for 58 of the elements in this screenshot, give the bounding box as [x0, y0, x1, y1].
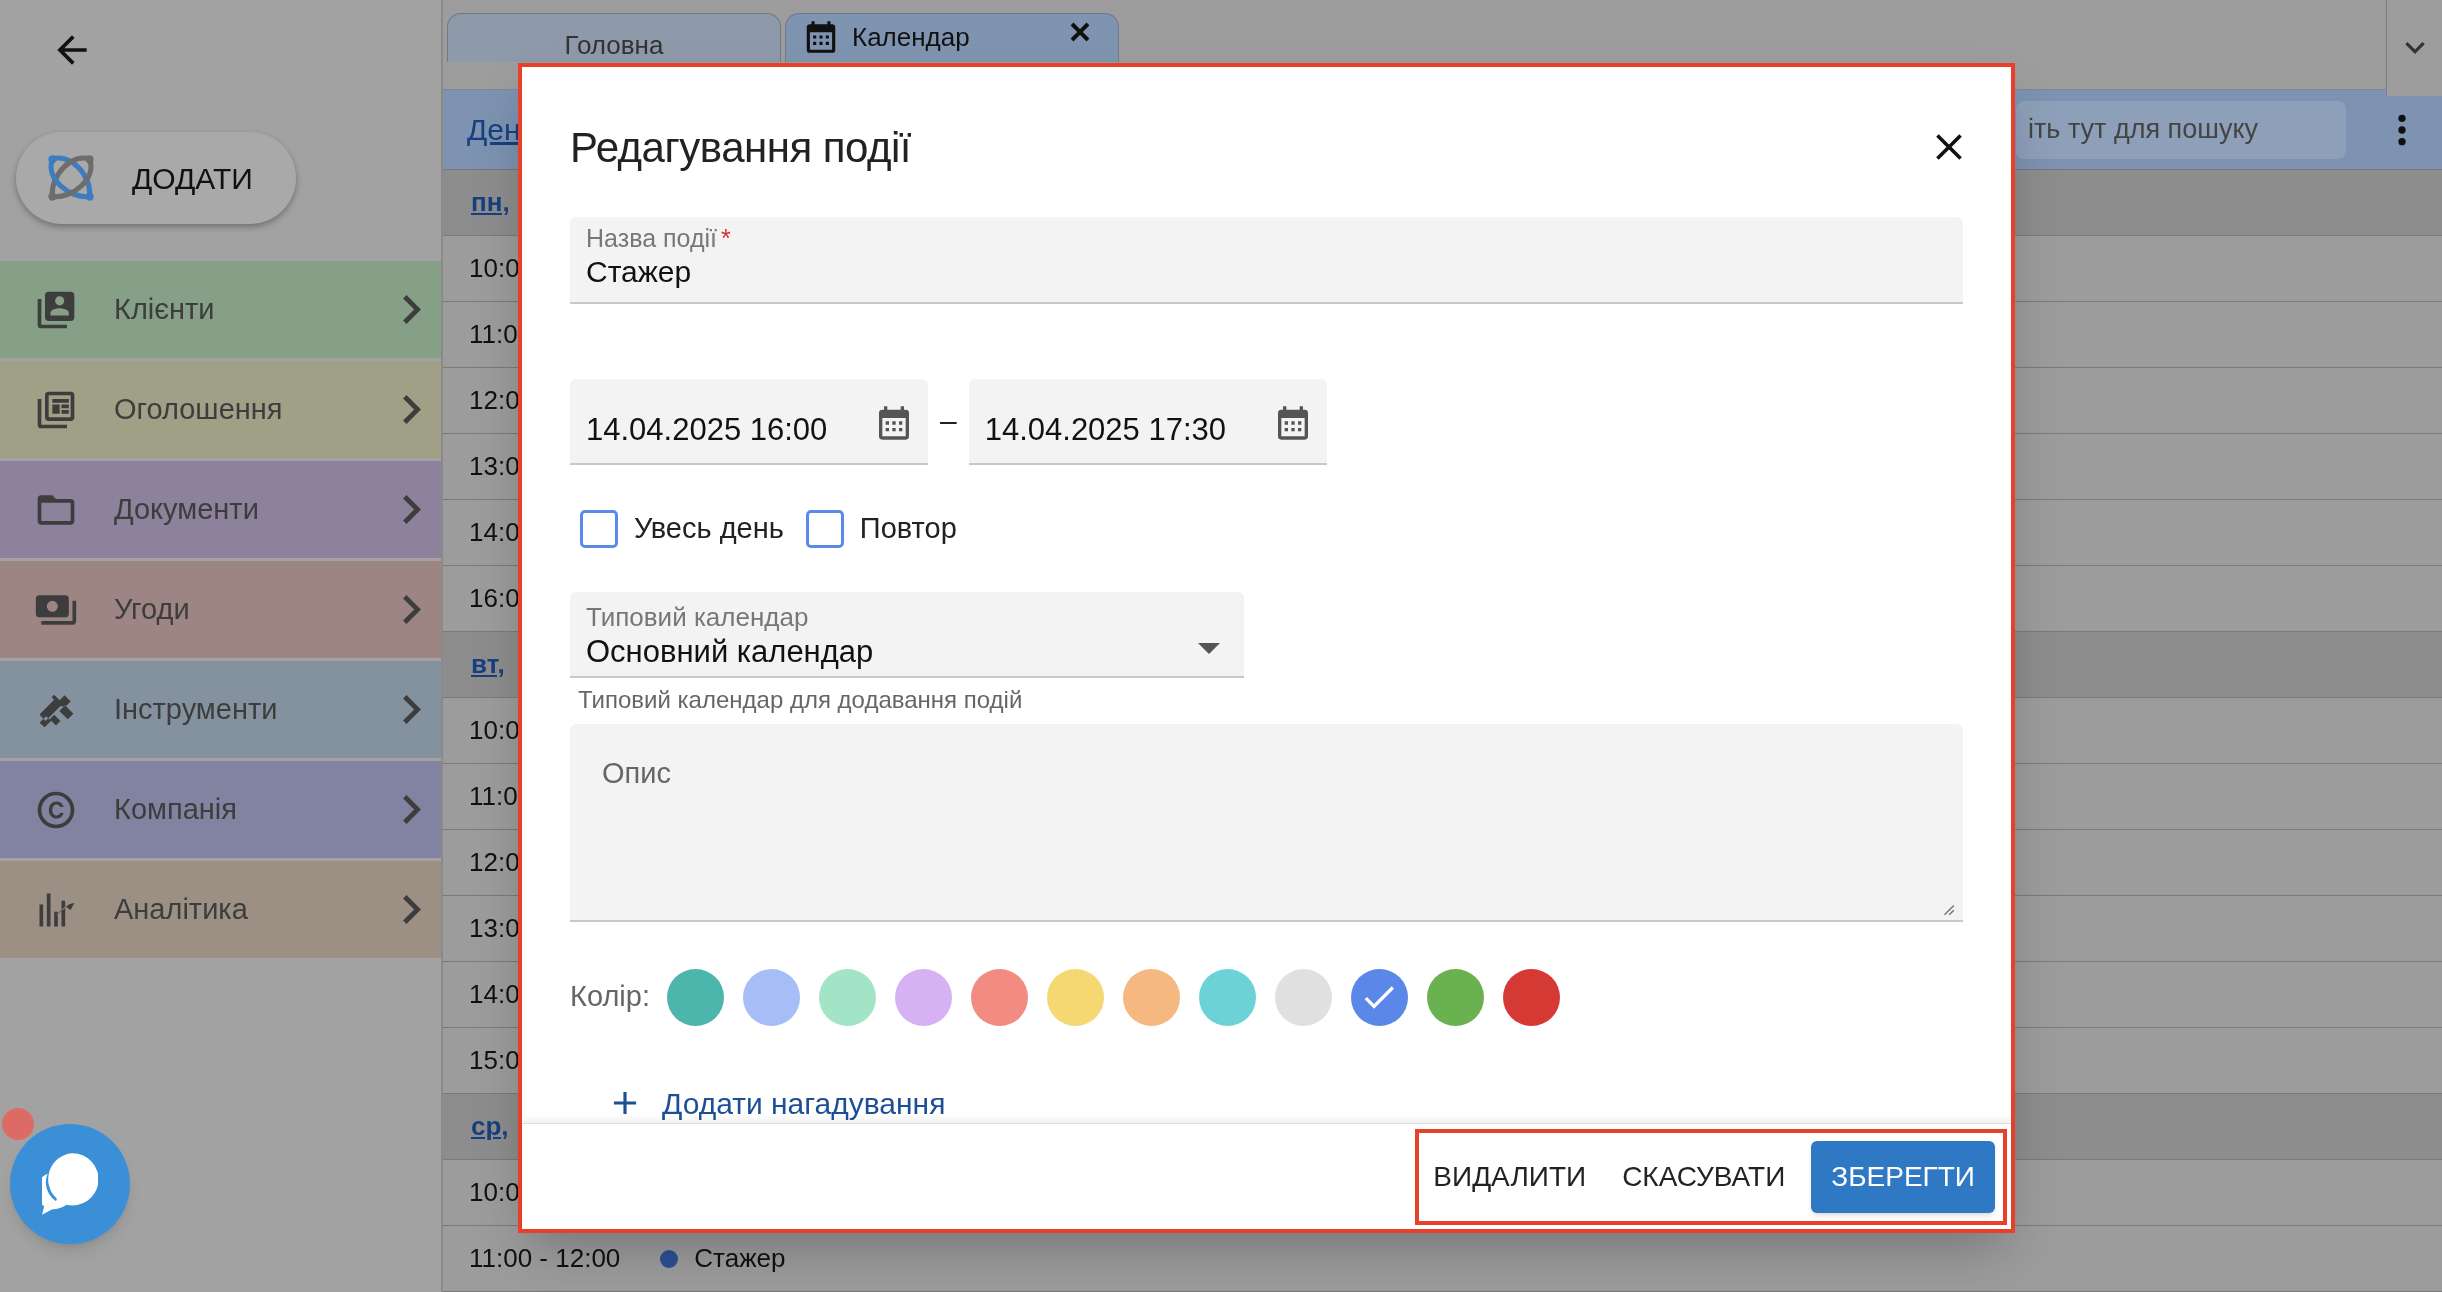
- date-time-field[interactable]: 14.04.2025 16:00: [570, 379, 928, 465]
- time-text: 10:0: [469, 252, 520, 285]
- date-time-field[interactable]: 14.04.2025 17:30: [968, 379, 1327, 465]
- date-separator: –: [940, 402, 957, 439]
- time-text: 11:0: [469, 318, 518, 351]
- time-text: 16:0: [469, 582, 520, 615]
- add-button[interactable]: ДОДАТИ: [16, 132, 296, 224]
- helper-text: Типовий календар для додавання подій: [578, 686, 1024, 714]
- checkbox[interactable]: [580, 510, 618, 548]
- time-text: 13:0: [469, 450, 520, 483]
- search-field[interactable]: іть тут для пошуку: [2016, 100, 2346, 159]
- color-label: Колір:: [570, 979, 650, 1015]
- chevron-down-icon: [2404, 42, 2425, 54]
- chevron-right-icon: [403, 595, 421, 624]
- chevron-right-icon: [403, 395, 421, 424]
- checkbox-label: Повтор: [859, 511, 957, 547]
- add-reminder-link[interactable]: Додати нагадування: [606, 1083, 946, 1123]
- sidebar-item[interactable]: Клієнти: [0, 261, 441, 358]
- sidebar-item[interactable]: Аналітика: [0, 861, 441, 958]
- sidebar-item[interactable]: Інструменти: [0, 661, 441, 758]
- description-field[interactable]: Опис: [570, 724, 1963, 922]
- checkbox-label: Увесь день: [634, 511, 784, 547]
- chat-bubbles-icon: [42, 1153, 98, 1215]
- event-name-field[interactable]: Назва події * Стажер: [570, 217, 1963, 304]
- time-text: 14:0: [469, 978, 520, 1011]
- time-text: 10:0: [469, 1176, 520, 1209]
- save-button[interactable]: ЗБЕРЕГТИ: [1811, 1140, 1995, 1213]
- time-text: 12:0: [469, 846, 520, 879]
- resize-handle-icon[interactable]: [1941, 902, 1955, 916]
- tab[interactable]: Головна: [447, 13, 781, 62]
- sidebar-item[interactable]: Документи: [0, 461, 441, 558]
- tab[interactable]: Календар: [785, 13, 1119, 62]
- time-text: 14:0: [469, 516, 520, 549]
- time-text: 11:0: [469, 780, 518, 813]
- view-link[interactable]: Ден: [467, 107, 521, 153]
- sidebar-item[interactable]: Компанія: [0, 761, 441, 858]
- chevron-right-icon: [403, 795, 421, 824]
- time-text: 12:0: [469, 384, 520, 417]
- chevron-right-icon: [403, 695, 421, 724]
- sidebar-item[interactable]: Оголошення: [0, 361, 441, 458]
- day-header-link[interactable]: вт,: [471, 645, 505, 684]
- dropdown-caret-icon: [1198, 642, 1220, 654]
- time-text: 13:0: [469, 912, 520, 945]
- event-title[interactable]: Стажер: [694, 1239, 786, 1278]
- dialog-title: Редагування події: [570, 122, 911, 173]
- chevron-right-icon: [403, 895, 421, 924]
- calendar-select[interactable]: Типовий календар Основний календар: [570, 592, 1244, 678]
- sidebar-item[interactable]: Угоди: [0, 561, 441, 658]
- time-text: 10:0: [469, 714, 520, 747]
- day-header-link[interactable]: пн,: [471, 183, 510, 222]
- day-header-link[interactable]: ср,: [471, 1107, 509, 1146]
- text-button[interactable]: СКАСУВАТИ: [1612, 1140, 1796, 1213]
- text-button[interactable]: ВИДАЛИТИ: [1423, 1140, 1597, 1213]
- checkbox[interactable]: [805, 510, 844, 548]
- chevron-right-icon: [403, 295, 421, 324]
- time-text: 15:0: [469, 1044, 520, 1077]
- chevron-right-icon: [403, 495, 421, 524]
- time-text: 11:00 - 12:00: [469, 1242, 621, 1275]
